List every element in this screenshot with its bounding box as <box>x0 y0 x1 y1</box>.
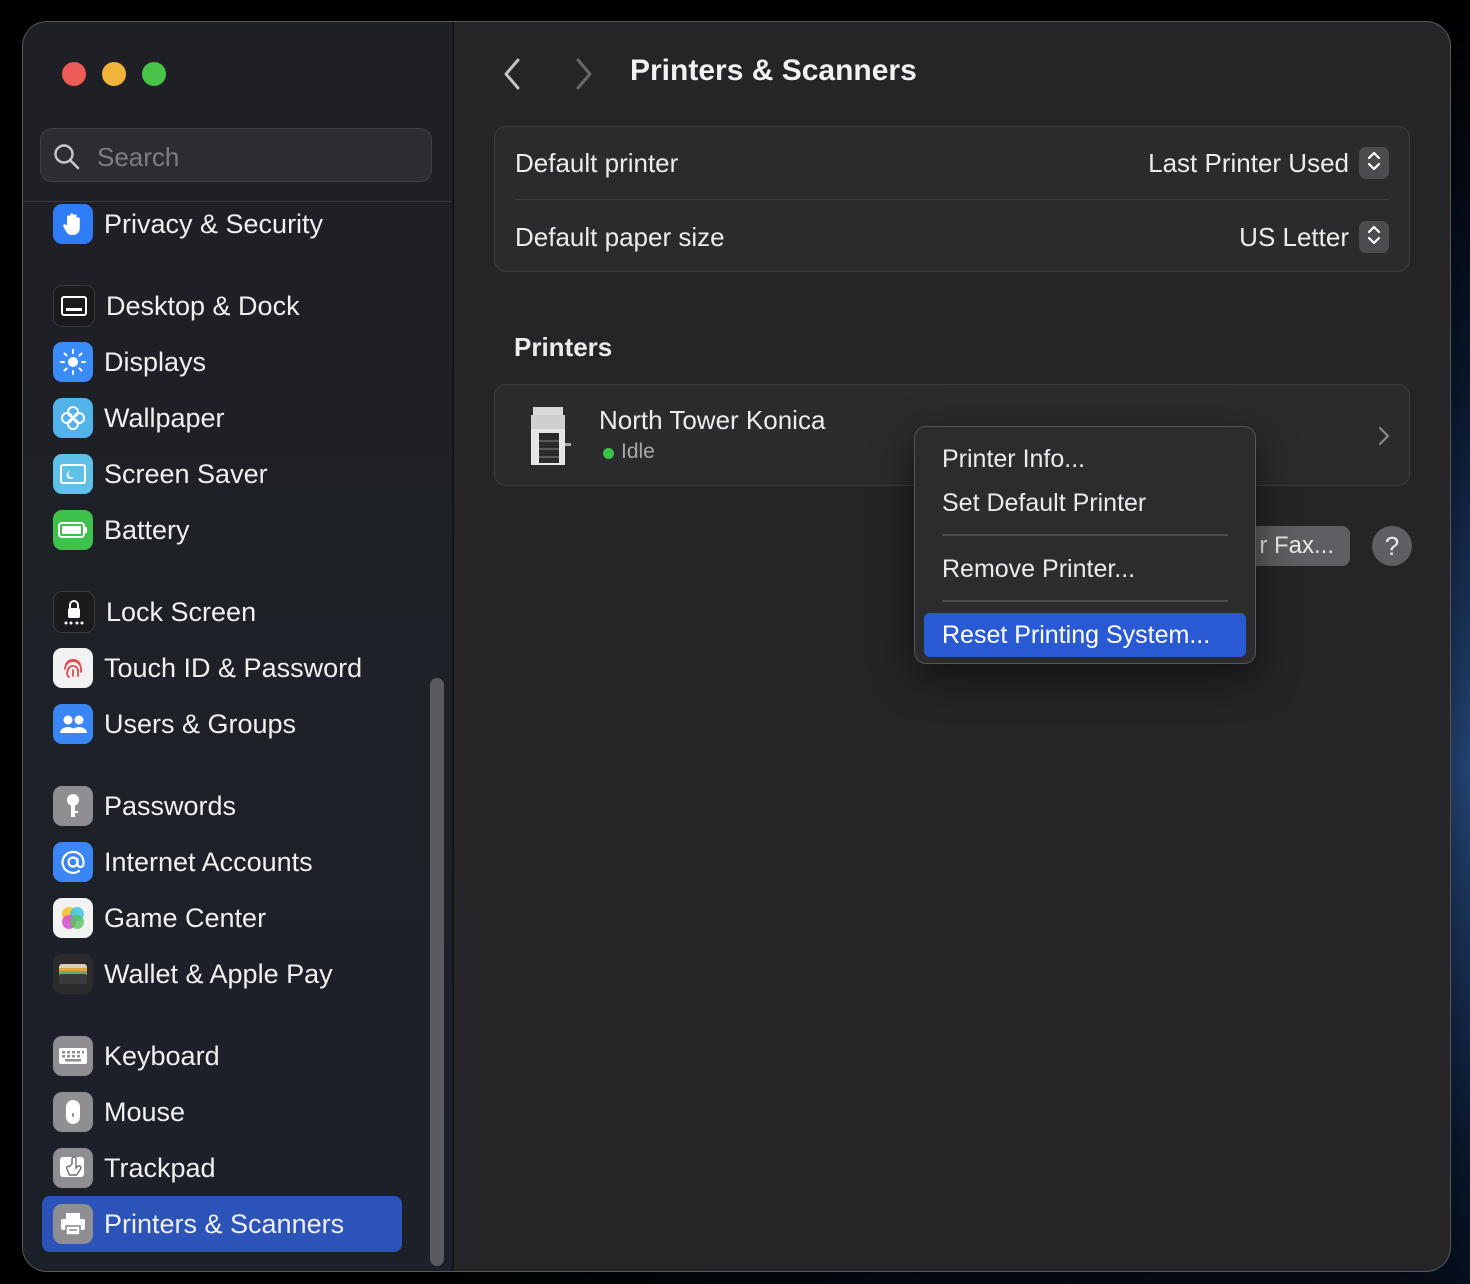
sidebar-item-label: Wallet & Apple Pay <box>104 958 333 989</box>
sidebar-item-users-groups[interactable]: Users & Groups <box>42 696 402 752</box>
trackpad-icon <box>53 1148 93 1188</box>
paper-size-popup[interactable] <box>1359 221 1389 253</box>
sidebar-item-label: Trackpad <box>104 1152 216 1183</box>
sidebar-item-label: Internet Accounts <box>104 846 313 877</box>
printers-section-title: Printers <box>514 332 613 362</box>
sidebar-item-displays[interactable]: Displays <box>42 334 402 390</box>
chevron-right-icon <box>568 58 598 96</box>
sidebar-item-label: Privacy & Security <box>104 208 324 239</box>
screensaver-icon <box>53 454 93 494</box>
sidebar-item-label: Touch ID & Password <box>104 652 363 683</box>
sidebar-item-touch-id[interactable]: Touch ID & Password <box>42 640 402 696</box>
sidebar-item-label: Desktop & Dock <box>106 290 300 321</box>
paper-size-value[interactable]: US Letter <box>1239 222 1349 253</box>
sidebar-item-printers-scanners[interactable]: Printers & Scanners <box>42 1196 402 1252</box>
keyboard-icon <box>53 1036 93 1076</box>
back-button[interactable] <box>498 56 528 92</box>
printer-name: North Tower Konica <box>599 405 826 435</box>
sidebar-item-privacy-security[interactable]: Privacy & Security <box>42 196 402 252</box>
page-title: Printers & Scanners <box>630 54 917 87</box>
sidebar-list: Privacy & Security Desktop & Dock Displa… <box>23 22 452 1271</box>
menu-separator <box>942 534 1228 536</box>
paper-size-label: Default paper size <box>515 221 725 252</box>
sidebar-item-label: Displays <box>104 346 207 377</box>
sun-icon <box>53 342 93 382</box>
menu-item-reset-printing-system[interactable]: Reset Printing System... <box>924 613 1246 657</box>
printer-status: Idle <box>621 440 655 463</box>
key-icon <box>53 786 93 826</box>
dock-icon <box>53 285 95 327</box>
sidebar-item-label: Keyboard <box>104 1040 220 1071</box>
sidebar-item-label: Wallpaper <box>104 402 225 433</box>
printer-icon <box>53 1204 93 1244</box>
sidebar: Privacy & Security Desktop & Dock Displa… <box>23 22 454 1271</box>
help-button[interactable]: ? <box>1372 526 1412 566</box>
menu-item-set-default-printer[interactable]: Set Default Printer <box>924 481 1246 525</box>
fingerprint-icon <box>53 648 93 688</box>
default-printer-label: Default printer <box>515 147 679 178</box>
sidebar-item-label: Lock Screen <box>106 596 257 627</box>
settings-window: Privacy & Security Desktop & Dock Displa… <box>23 22 1450 1271</box>
lock-icon <box>53 591 95 633</box>
row-divider <box>515 199 1389 200</box>
default-printer-row: Default printer Last Printer Used <box>515 127 1389 199</box>
sidebar-scrollbar[interactable] <box>430 678 444 1266</box>
sidebar-item-game-center[interactable]: Game Center <box>42 890 402 946</box>
chevron-up-down-icon <box>1366 223 1382 252</box>
flower-icon <box>53 398 93 438</box>
sidebar-item-label: Game Center <box>104 902 267 933</box>
menu-item-remove-printer[interactable]: Remove Printer... <box>924 547 1246 591</box>
sidebar-item-desktop-dock[interactable]: Desktop & Dock <box>42 278 402 334</box>
sidebar-item-passwords[interactable]: Passwords <box>42 778 402 834</box>
mouse-icon <box>53 1092 93 1132</box>
sidebar-item-label: Mouse <box>104 1096 186 1127</box>
sidebar-item-internet-accounts[interactable]: Internet Accounts <box>42 834 402 890</box>
status-indicator <box>603 448 614 459</box>
default-printer-popup[interactable] <box>1359 147 1389 179</box>
wallet-icon <box>53 954 93 994</box>
sidebar-item-label: Printers & Scanners <box>104 1208 345 1239</box>
defaults-group: Default printer Last Printer Used Defaul… <box>494 126 1410 272</box>
paper-size-row: Default paper size US Letter <box>515 201 1389 273</box>
sidebar-item-battery[interactable]: Battery <box>42 502 402 558</box>
sidebar-item-label: Passwords <box>104 790 237 821</box>
at-icon <box>53 842 93 882</box>
sidebar-item-wallpaper[interactable]: Wallpaper <box>42 390 402 446</box>
sidebar-item-label: Battery <box>104 514 190 545</box>
sidebar-item-trackpad[interactable]: Trackpad <box>42 1140 402 1196</box>
sidebar-item-wallet[interactable]: Wallet & Apple Pay <box>42 946 402 1002</box>
sidebar-item-lock-screen[interactable]: Lock Screen <box>42 584 402 640</box>
sidebar-item-label: Users & Groups <box>104 708 297 739</box>
printer-device-icon <box>529 405 573 472</box>
sidebar-item-screen-saver[interactable]: Screen Saver <box>42 446 402 502</box>
default-printer-value[interactable]: Last Printer Used <box>1148 148 1349 179</box>
forward-button[interactable] <box>568 56 598 92</box>
sidebar-item-mouse[interactable]: Mouse <box>42 1084 402 1140</box>
menu-item-printer-info[interactable]: Printer Info... <box>924 437 1246 481</box>
sidebar-item-label: Screen Saver <box>104 458 268 489</box>
users-icon <box>53 704 93 744</box>
sidebar-item-keyboard[interactable]: Keyboard <box>42 1028 402 1084</box>
game-center-icon <box>53 898 93 938</box>
battery-icon <box>53 510 93 550</box>
chevron-left-icon <box>498 58 528 96</box>
chevron-up-down-icon <box>1366 149 1382 178</box>
hand-icon <box>53 204 93 244</box>
menu-separator <box>942 600 1228 602</box>
chevron-right-icon <box>1377 425 1391 452</box>
printer-context-menu: Printer Info... Set Default Printer Remo… <box>914 426 1256 664</box>
